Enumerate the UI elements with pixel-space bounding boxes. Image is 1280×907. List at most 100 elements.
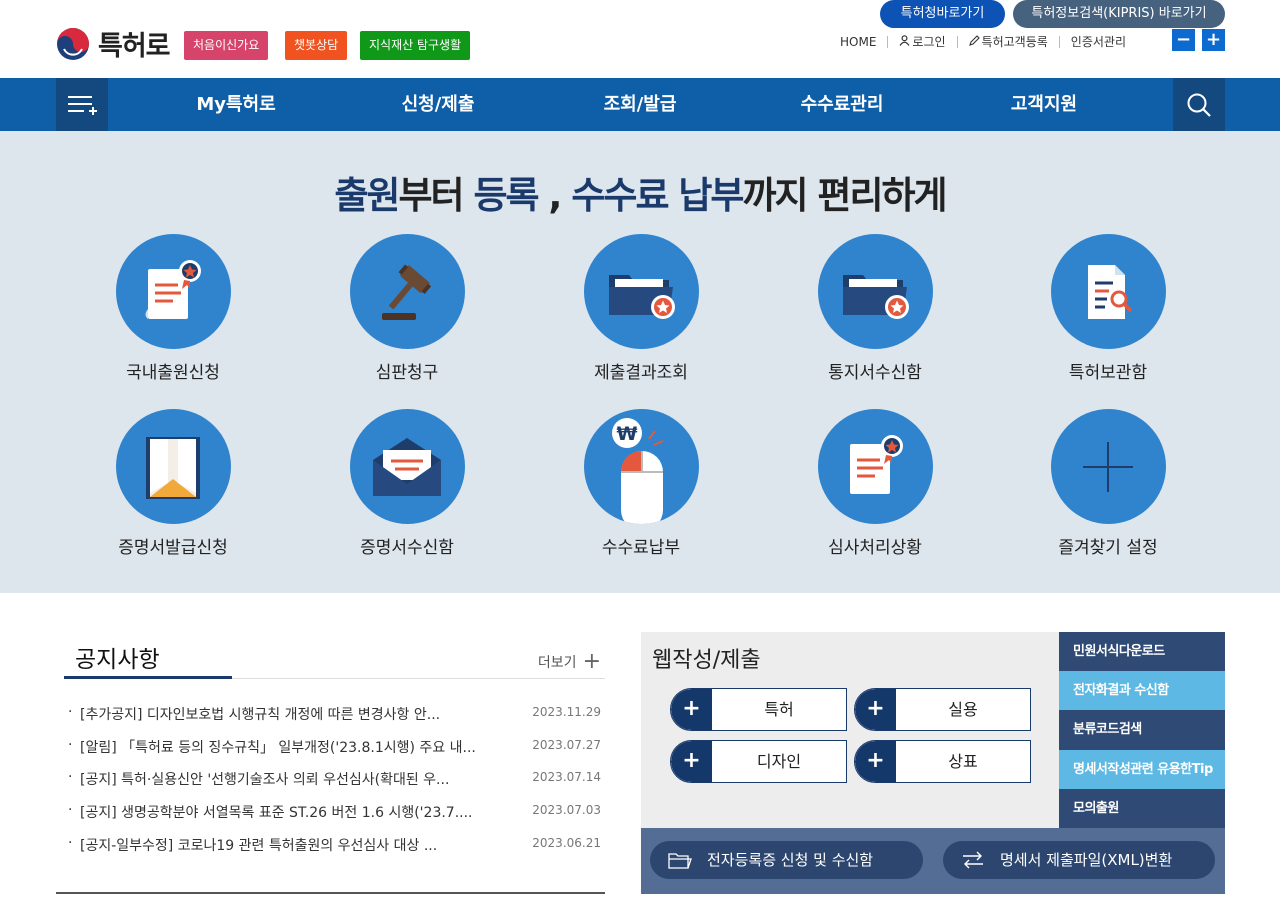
folder-badge-icon xyxy=(843,274,909,319)
service-submission-result[interactable]: 제출결과조회 xyxy=(541,234,741,383)
zoom-out-button[interactable]: − xyxy=(1172,29,1195,51)
svg-text:₩: ₩ xyxy=(617,423,638,445)
xml-convert-button[interactable]: 명세서 제출파일(XML)변환 xyxy=(943,841,1215,879)
register-link[interactable]: 특허고객등록 xyxy=(968,33,1048,50)
main-nav: My특허로 신청/제출 조회/발급 수수료관리 고객지원 xyxy=(0,78,1280,131)
service-favorites-settings[interactable]: 즐겨찾기 설정 xyxy=(1008,409,1208,558)
nav-my-patent[interactable]: My특허로 xyxy=(156,78,316,131)
mouse-won-icon: ₩ xyxy=(612,418,664,524)
service-label: 증명서수신함 xyxy=(360,538,454,558)
web-design-button[interactable]: + 디자인 xyxy=(670,740,847,783)
service-label: 제출결과조회 xyxy=(594,363,688,383)
service-domestic-application[interactable]: 국내출원신청 xyxy=(73,234,273,383)
site-logo[interactable]: 특허로 xyxy=(56,24,171,63)
first-visit-button[interactable]: 처음이신가요 xyxy=(184,31,269,60)
bullet: · xyxy=(68,835,73,851)
nav-inquiry-issue[interactable]: 조회/발급 xyxy=(560,78,720,131)
service-patent-storage[interactable]: 특허보관함 xyxy=(1008,234,1208,383)
plus-icon: + xyxy=(582,649,601,674)
headline-part: 부터 xyxy=(398,174,474,217)
bottom-action-bar: 전자등록증 신청 및 수신함 명세서 제출파일(XML)변환 xyxy=(641,828,1225,894)
web-trademark-button[interactable]: + 상표 xyxy=(854,740,1031,783)
pencil-icon xyxy=(968,35,980,46)
chatbot-button[interactable]: 챗봇상담 xyxy=(285,31,348,60)
service-notice-inbox[interactable]: 통지서수신함 xyxy=(775,234,975,383)
document-search-icon xyxy=(1088,264,1133,319)
button-label: 상표 xyxy=(948,752,978,771)
login-link[interactable]: 로그인 xyxy=(899,33,946,50)
notice-section: 공지사항 더보기 + · [추가공지] 디자인보호법 시행규칙 개정에 따른 변경사… xyxy=(56,632,605,894)
specification-tips-link[interactable]: 명세서작성관련 유용한Tip xyxy=(1059,749,1225,789)
service-label: 즐겨찾기 설정 xyxy=(1058,538,1158,558)
notice-item-title: [공지-일부수정] 코로나19 관련 특허출원의 우선심사 대상 ... xyxy=(80,838,438,854)
notice-item-date: 2023.06.21 xyxy=(532,836,601,850)
notice-item[interactable]: · [알림] 「특허료 등의 징수규칙」 일부개정('23.8.1시행) 주요 내… xyxy=(68,737,601,757)
kipo-link-button[interactable]: 특허청바로가기 xyxy=(880,0,1005,28)
button-label: 명세서 제출파일(XML)변환 xyxy=(1000,851,1173,869)
service-icon-circle xyxy=(1050,409,1166,524)
notice-more-link[interactable]: 더보기 + xyxy=(538,649,601,674)
notice-item[interactable]: · [공지] 특허·실용신안 '선행기술조사 의뢰 우선심사(확대된 우... 20… xyxy=(68,769,601,789)
service-certificate-request[interactable]: 증명서발급신청 xyxy=(73,409,273,558)
registration-certificate-button[interactable]: 전자등록증 신청 및 수신함 xyxy=(650,841,923,879)
folder-icon xyxy=(668,853,692,869)
headline-part: 까지 편리하게 xyxy=(742,174,947,217)
bullet: · xyxy=(68,704,73,720)
notice-item[interactable]: · [추가공지] 디자인보호법 시행규칙 개정에 따른 변경사항 안... 2023… xyxy=(68,704,601,724)
service-examination-status[interactable]: 심사처리상황 xyxy=(775,409,975,558)
nav-customer-support[interactable]: 고객지원 xyxy=(964,78,1124,131)
form-download-link[interactable]: 민원서식다운로드 xyxy=(1059,632,1225,672)
service-fee-payment[interactable]: ₩ 수수료납부 xyxy=(541,409,741,558)
home-link[interactable]: HOME xyxy=(840,35,876,49)
kipris-link-button[interactable]: 특허정보검색(KIPRIS) 바로가기 xyxy=(1013,0,1225,28)
notice-item-title: [추가공지] 디자인보호법 시행규칙 개정에 따른 변경사항 안... xyxy=(80,707,441,723)
service-trial-request[interactable]: 심판청구 xyxy=(307,234,507,383)
header: 특허로 처음이신가요 챗봇상담 지식재산 탐구생활 특허청바로가기 특허정보검색… xyxy=(0,0,1280,78)
nav-apply-submit[interactable]: 신청/제출 xyxy=(358,78,518,131)
service-label: 통지서수신함 xyxy=(828,363,922,383)
nav-fee-management[interactable]: 수수료관리 xyxy=(762,78,922,131)
search-button[interactable] xyxy=(1173,78,1225,131)
menu-icon xyxy=(68,95,97,115)
register-label: 특허고객등록 xyxy=(981,35,1048,49)
classification-search-link[interactable]: 분류코드검색 xyxy=(1059,710,1225,750)
service-icon-circle xyxy=(1050,234,1166,349)
web-patent-button[interactable]: + 특허 xyxy=(670,688,847,731)
divider xyxy=(1058,35,1060,48)
utility-links: HOME 로그인 특허고객등록 인증서관리 xyxy=(840,33,1126,50)
search-icon xyxy=(1187,93,1211,117)
zoom-in-button[interactable]: + xyxy=(1202,29,1225,51)
service-label: 특허보관함 xyxy=(1068,363,1148,383)
all-menu-button[interactable] xyxy=(56,78,108,131)
digitization-inbox-link[interactable]: 전자화결과 수신함 xyxy=(1059,671,1225,711)
service-label: 국내출원신청 xyxy=(126,363,220,383)
button-label: 실용 xyxy=(948,700,978,719)
mock-application-link[interactable]: 모의출원 xyxy=(1059,788,1225,828)
user-icon xyxy=(899,35,910,46)
divider xyxy=(956,35,958,48)
service-certificate-inbox[interactable]: 증명서수신함 xyxy=(307,409,507,558)
notice-item[interactable]: · [공지] 생명공학분야 서열목록 표준 ST.26 버전 1.6 시행('23… xyxy=(68,802,601,822)
notice-item-date: 2023.07.03 xyxy=(532,803,601,817)
plus-icon: + xyxy=(855,689,896,730)
certificate-link[interactable]: 인증서관리 xyxy=(1071,33,1126,50)
button-label: 특허 xyxy=(764,700,794,719)
logo-text: 특허로 xyxy=(98,31,171,62)
notice-item-title: [공지] 생명공학분야 서열목록 표준 ST.26 버전 1.6 시행('23.… xyxy=(80,805,473,821)
button-label: 전자등록증 신청 및 수신함 xyxy=(707,851,874,869)
service-icon-circle xyxy=(115,234,231,349)
plus-icon: + xyxy=(671,741,712,782)
notice-item[interactable]: · [공지-일부수정] 코로나19 관련 특허출원의 우선심사 대상 ... 202… xyxy=(68,835,601,855)
web-utility-button[interactable]: + 실용 xyxy=(854,688,1031,731)
notice-title: 공지사항 xyxy=(75,647,160,673)
service-label: 수수료납부 xyxy=(601,538,681,558)
bullet: · xyxy=(68,737,73,753)
document-badge-icon xyxy=(145,259,201,319)
ip-explore-button[interactable]: 지식재산 탐구생활 xyxy=(360,31,471,60)
hero-headline: 출원부터 등록 , 수수료 납부까지 편리하게 xyxy=(0,165,1280,219)
plus-icon: + xyxy=(855,741,896,782)
headline-part: 수수료 납부 xyxy=(571,174,744,217)
bullet: · xyxy=(68,802,73,818)
plus-icon: + xyxy=(671,689,712,730)
web-submission-panel: 웹작성/제출 + 특허 + 실용 + 디자인 + 상표 xyxy=(641,632,1059,828)
